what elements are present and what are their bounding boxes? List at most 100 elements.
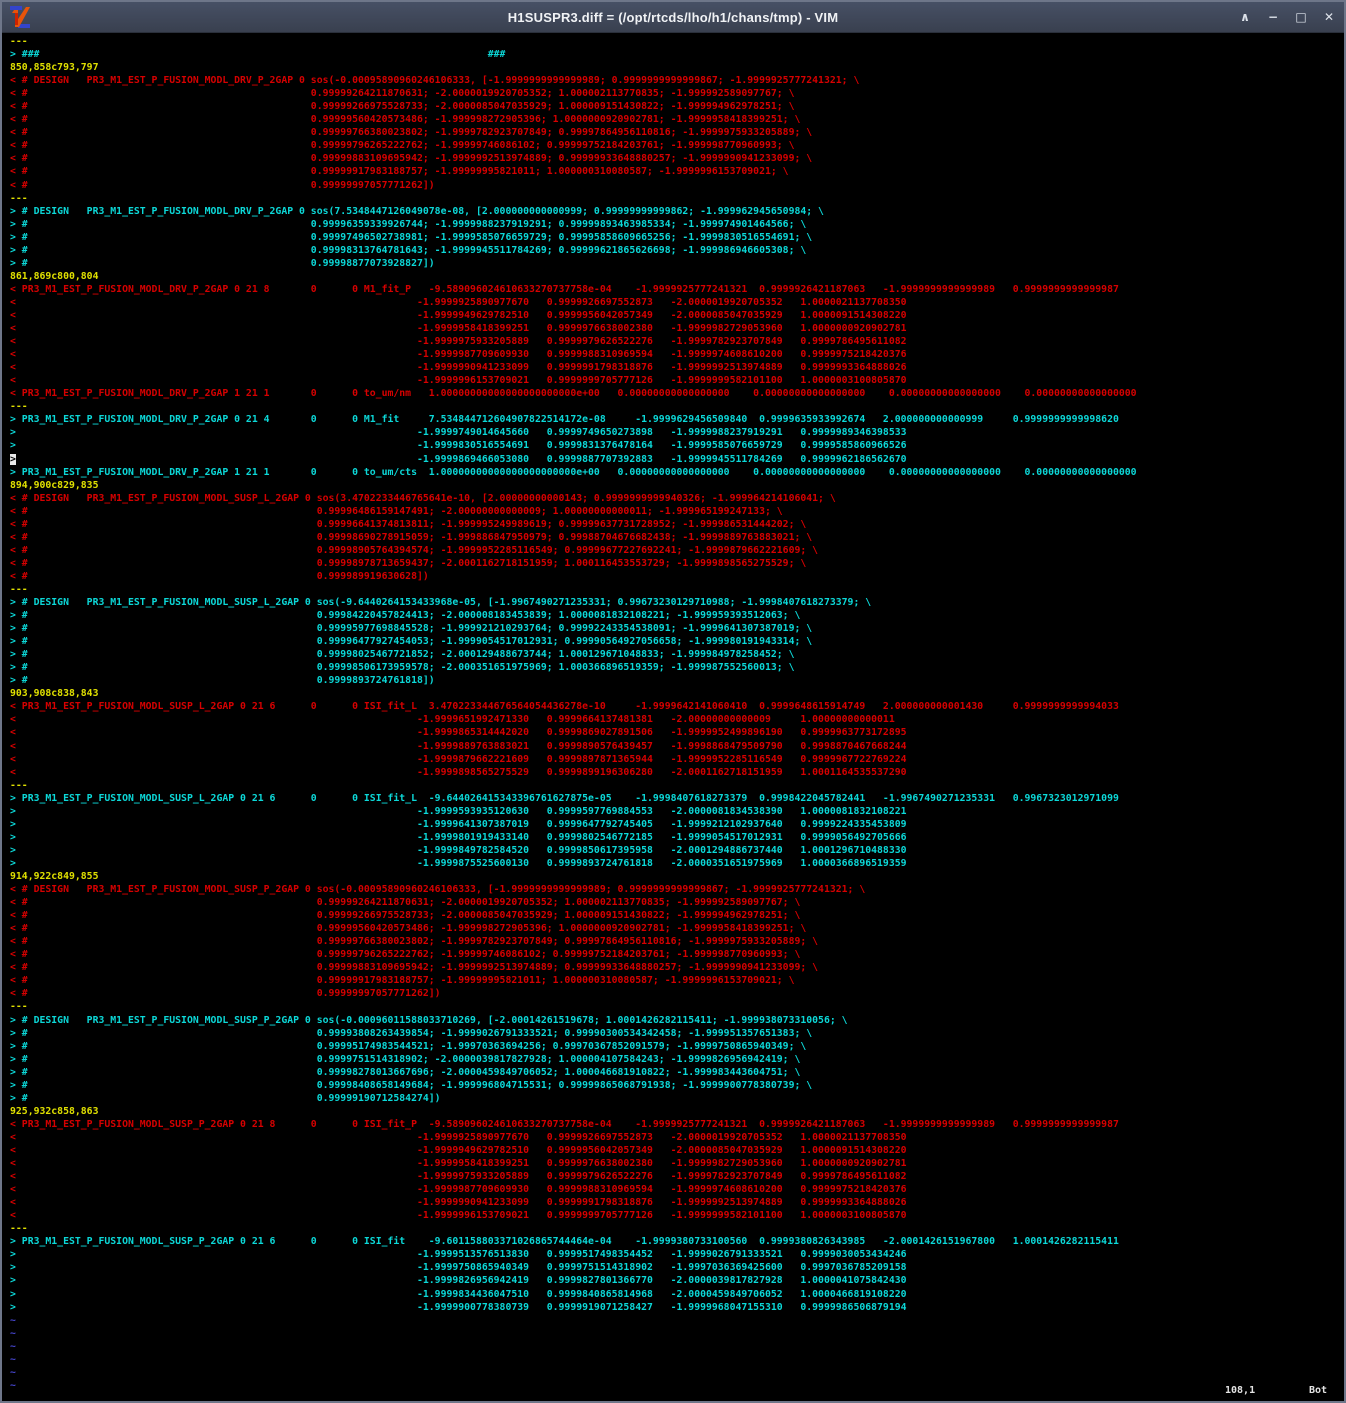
editor-line: < -1.9999925890977670 0.9999926697552873… — [10, 1131, 1344, 1144]
editor-line: > # 0.99998506173959578; -2.000351651975… — [10, 661, 1344, 674]
editor-line: --- — [10, 400, 1344, 413]
editor-line: --- — [10, 1222, 1344, 1235]
editor-line: > -1.9999750865940349 0.9999751514318902… — [10, 1261, 1344, 1274]
editor-line: < # DESIGN PR3_M1_EST_P_FUSION_MODL_SUSP… — [10, 492, 1344, 505]
title-bar[interactable]: H1SUSPR3.diff = (/opt/rtcds/lho/h1/chans… — [2, 2, 1344, 33]
editor-line: < # 0.99998690278915059; -1.999886847950… — [10, 531, 1344, 544]
editor-line: > -1.9999826956942419 0.9999827801366770… — [10, 1274, 1344, 1287]
editor-line: 914,922c849,855 — [10, 870, 1344, 883]
editor-line: > # DESIGN PR3_M1_EST_P_FUSION_MODL_DRV_… — [10, 205, 1344, 218]
editor-line: 861,869c800,804 — [10, 270, 1344, 283]
status-scroll-indicator: Bot — [1309, 1385, 1327, 1396]
editor-line: < -1.9999949629782510 0.9999956042057349… — [10, 1144, 1344, 1157]
status-cursor-position: 108,1 — [1225, 1385, 1255, 1396]
editor-line: > # 0.99996477927454053; -1.999905451701… — [10, 635, 1344, 648]
vim-icon — [8, 5, 32, 29]
editor-line: > -1.9999749014645660 0.9999749650273898… — [10, 426, 1344, 439]
editor-line: > # 0.99984220457824413; -2.000008183453… — [10, 609, 1344, 622]
editor-line: < # 0.99996641374813811; -1.999995249989… — [10, 518, 1344, 531]
editor-line: < -1.9999996153709021 0.9999999705777126… — [10, 374, 1344, 387]
editor-line: < PR3_M1_EST_P_FUSION_MODL_DRV_P_2GAP 0 … — [10, 283, 1344, 296]
editor-line: > PR3_M1_EST_P_FUSION_MODL_SUSP_P_2GAP 0… — [10, 1235, 1344, 1248]
editor-line: --- — [10, 583, 1344, 596]
editor-line: < # 0.99999917983188757; -1.999999958210… — [10, 165, 1344, 178]
editor-line: > # 0.9999893724761818]) — [10, 674, 1344, 687]
editor-line: < # 0.99999997057771262]) — [10, 179, 1344, 192]
window-controls: ∧ − □ ✕ — [1238, 2, 1336, 32]
editor-line: > -1.9999869466053080 0.9999887707392883… — [10, 453, 1344, 466]
editor-line: > -1.9999513576513830 0.9999517498354452… — [10, 1248, 1344, 1261]
editor-line: < # 0.99999883109695942; -1.999999251397… — [10, 961, 1344, 974]
editor-line: > # 0.99998025467721852; -2.000129488673… — [10, 648, 1344, 661]
editor-line: > # 0.99996359339926744; -1.999998823791… — [10, 218, 1344, 231]
editor-line: < -1.9999958418399251 0.9999976638002380… — [10, 1157, 1344, 1170]
close-button[interactable]: ✕ — [1322, 10, 1336, 24]
editor-line: < -1.9999925890977670 0.9999926697552873… — [10, 296, 1344, 309]
editor-line: > # 0.99993808263439854; -1.999902679133… — [10, 1027, 1344, 1040]
editor-line: --- — [10, 192, 1344, 205]
editor-line: > -1.9999830516554691 0.9999831376478164… — [10, 439, 1344, 452]
editor-line: > # 0.99997496502738981; -1.999958507665… — [10, 231, 1344, 244]
editor-line: 903,908c838,843 — [10, 687, 1344, 700]
editor-line: --- — [10, 35, 1344, 48]
editor[interactable]: ---> ### ###850,858c793,797< # DESIGN PR… — [2, 33, 1344, 1402]
editor-line: < # 0.99999266975528733; -2.000008504703… — [10, 909, 1344, 922]
editor-line: > -1.9999875525600130 0.9999893724761818… — [10, 857, 1344, 870]
editor-line: < -1.9999987709609930 0.9999988310969594… — [10, 1183, 1344, 1196]
editor-line: > # 0.99998313764781643; -1.999994551178… — [10, 244, 1344, 257]
editor-line: < -1.9999949629782510 0.9999956042057349… — [10, 309, 1344, 322]
editor-line: < # 0.99999560420573486; -1.999998272905… — [10, 922, 1344, 935]
editor-line: > # 0.99998278013667696; -2.000045984970… — [10, 1066, 1344, 1079]
editor-line: > PR3_M1_EST_P_FUSION_MODL_DRV_P_2GAP 0 … — [10, 413, 1344, 426]
editor-line: < # 0.99999560420573486; -1.999998272905… — [10, 113, 1344, 126]
editor-line: < # 0.99998905764394574; -1.999995228511… — [10, 544, 1344, 557]
editor-line: < PR3_M1_EST_P_FUSION_MODL_SUSP_P_2GAP 0… — [10, 1118, 1344, 1131]
editor-line: > ### ### — [10, 48, 1344, 61]
editor-line: < -1.9999651992471330 0.9999664137481381… — [10, 713, 1344, 726]
minimize-button[interactable]: − — [1266, 10, 1280, 24]
editor-line: < # 0.99998978713659437; -2.000116271815… — [10, 557, 1344, 570]
editor-line: > PR3_M1_EST_P_FUSION_MODL_DRV_P_2GAP 1 … — [10, 466, 1344, 479]
vim-window: H1SUSPR3.diff = (/opt/rtcds/lho/h1/chans… — [0, 0, 1346, 1403]
window-title: H1SUSPR3.diff = (/opt/rtcds/lho/h1/chans… — [2, 10, 1344, 25]
editor-line: < PR3_M1_EST_P_FUSION_MODL_DRV_P_2GAP 1 … — [10, 387, 1344, 400]
editor-line: < # 0.99999266975528733; -2.000008504703… — [10, 100, 1344, 113]
editor-line: < # 0.99999766380023802; -1.999978292370… — [10, 935, 1344, 948]
editor-line: > -1.9999801919433140 0.9999802546772185… — [10, 831, 1344, 844]
editor-line: --- — [10, 779, 1344, 792]
editor-line: < # 0.99996486159147491; -2.000000000000… — [10, 505, 1344, 518]
editor-line: < # 0.99999883109695942; -1.999999251397… — [10, 152, 1344, 165]
maximize-button[interactable]: □ — [1294, 10, 1308, 24]
editor-line: > # 0.99995174983544521; -1.999703636942… — [10, 1040, 1344, 1053]
editor-line: > # 0.99999190712584274]) — [10, 1092, 1344, 1105]
editor-line: 925,932c858,863 — [10, 1105, 1344, 1118]
editor-line: > -1.9999900778380739 0.9999919071258427… — [10, 1301, 1344, 1314]
editor-line: < -1.9999879662221609 0.9999897871365944… — [10, 753, 1344, 766]
editor-line: < # 0.99999264211870631; -2.000001992070… — [10, 87, 1344, 100]
editor-line: < # 0.99999264211870631; -2.000001992070… — [10, 896, 1344, 909]
editor-line: < -1.9999990941233099 0.9999991798318876… — [10, 361, 1344, 374]
editor-line: 894,900c829,835 — [10, 479, 1344, 492]
editor-line: > -1.9999593935120630 0.9999597769884553… — [10, 805, 1344, 818]
empty-buffer-line: ~ — [10, 1327, 1344, 1340]
editor-line: < # DESIGN PR3_M1_EST_P_FUSION_MODL_DRV_… — [10, 74, 1344, 87]
vim-cursor: > — [10, 454, 16, 465]
editor-line: 850,858c793,797 — [10, 61, 1344, 74]
editor-line: > -1.9999641307387019 0.9999647792745405… — [10, 818, 1344, 831]
status-bar: 108,1 Bot — [2, 1385, 1344, 1399]
editor-line: < -1.9999987709609930 0.9999988310969594… — [10, 348, 1344, 361]
editor-line: < -1.9999865314442020 0.9999869027891506… — [10, 726, 1344, 739]
editor-line: < # 0.99999766380023802; -1.999978292370… — [10, 126, 1344, 139]
editor-line: < # 0.999989919630628]) — [10, 570, 1344, 583]
editor-line: < -1.9999958418399251 0.9999976638002380… — [10, 322, 1344, 335]
empty-buffer-line: ~ — [10, 1314, 1344, 1327]
shade-button[interactable]: ∧ — [1238, 10, 1252, 24]
editor-line: --- — [10, 1000, 1344, 1013]
empty-buffer-line: ~ — [10, 1366, 1344, 1379]
editor-line: > # 0.99998408658149684; -1.999996804715… — [10, 1079, 1344, 1092]
editor-line: < -1.9999975933205889 0.9999979626522276… — [10, 335, 1344, 348]
editor-line: < # 0.99999997057771262]) — [10, 987, 1344, 1000]
editor-line: > # 0.9999751514318902; -2.0000039817827… — [10, 1053, 1344, 1066]
editor-line: < -1.9999996153709021 0.9999999705777126… — [10, 1209, 1344, 1222]
editor-line: < # DESIGN PR3_M1_EST_P_FUSION_MODL_SUSP… — [10, 883, 1344, 896]
